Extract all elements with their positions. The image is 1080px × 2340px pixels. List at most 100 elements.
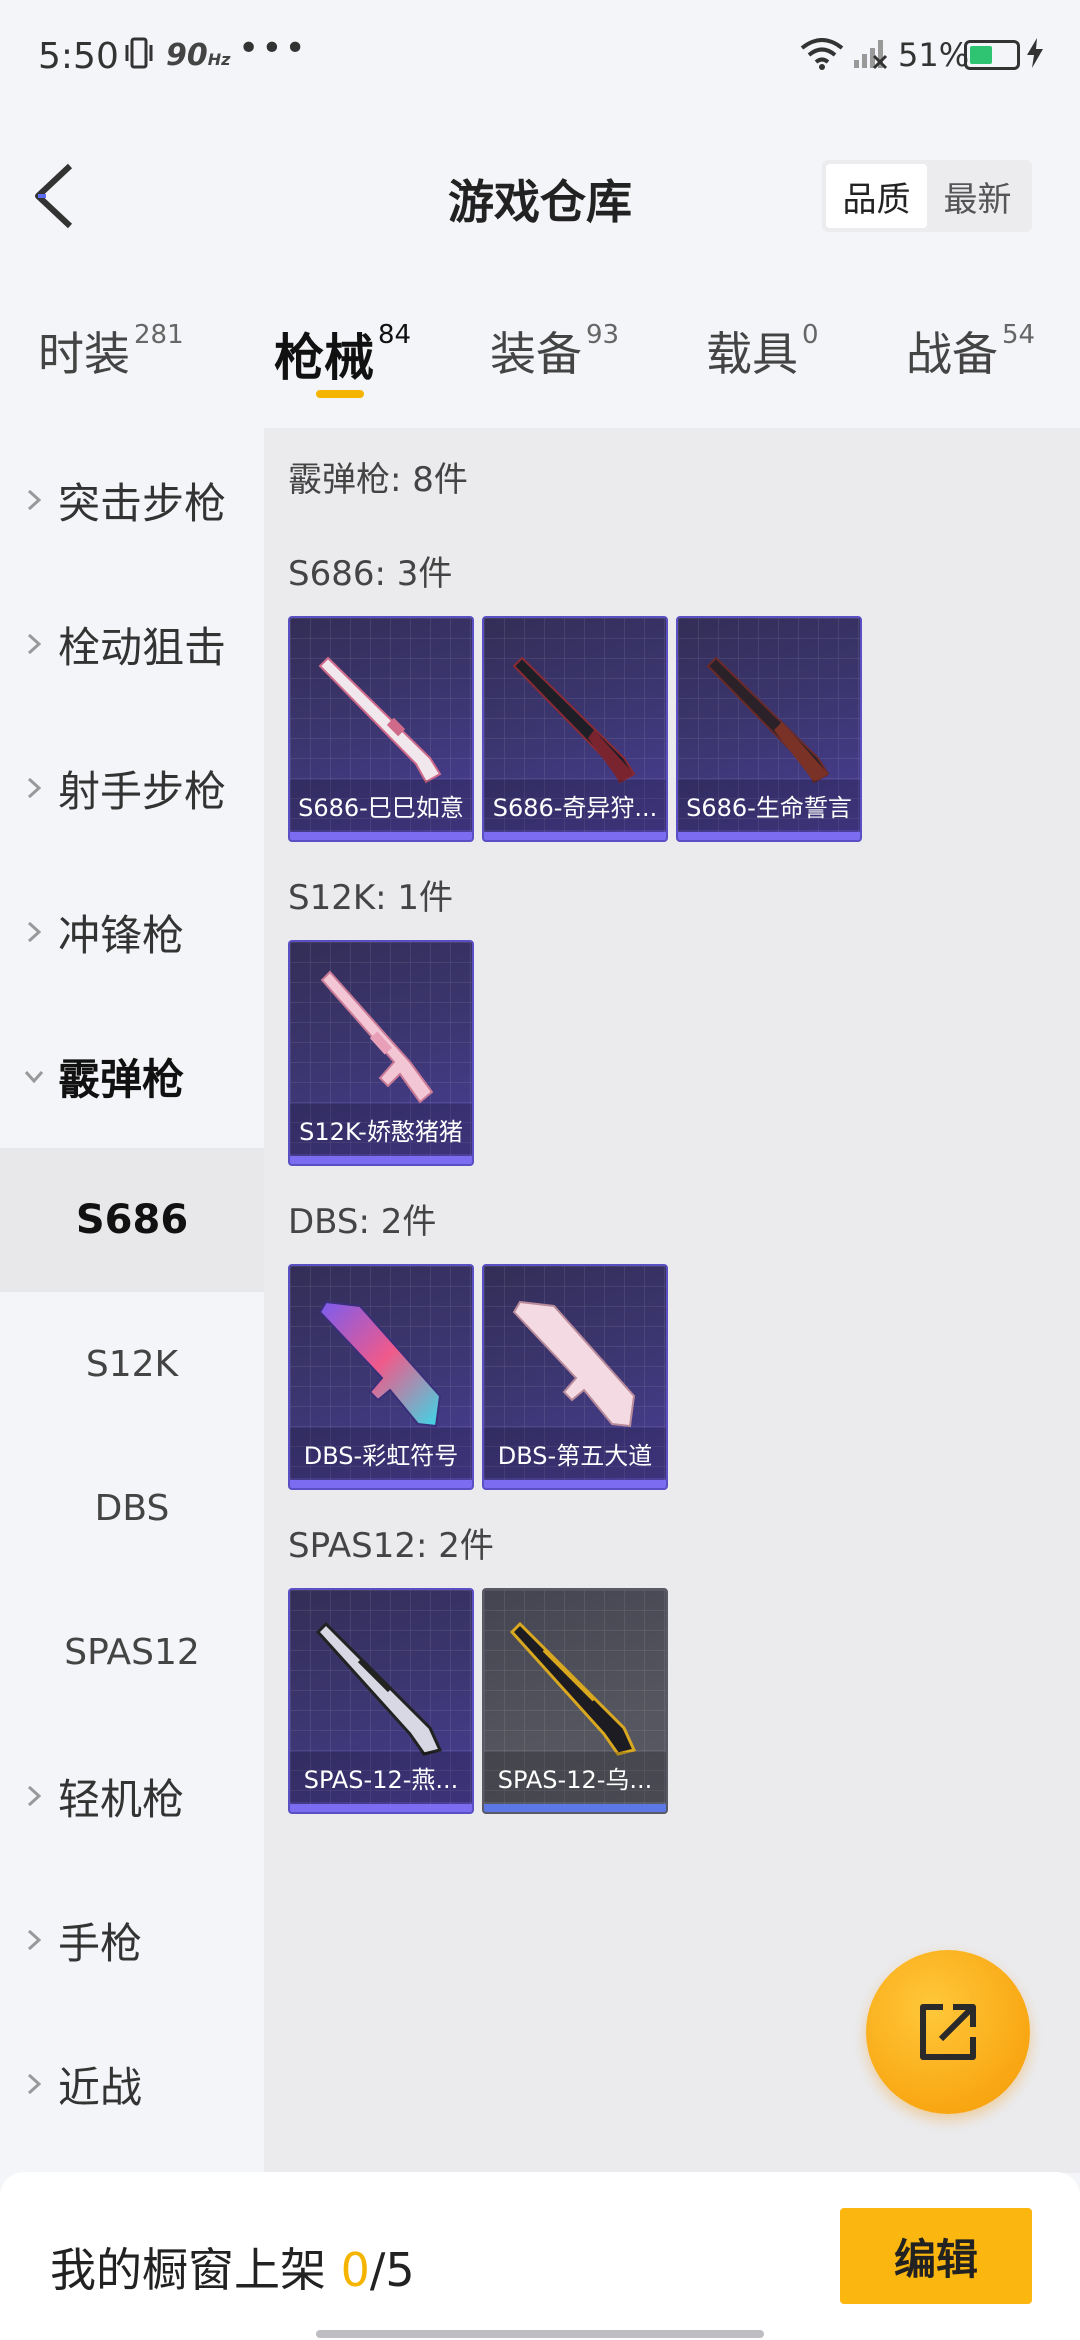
sidebar-item-label: 冲锋枪: [58, 910, 185, 960]
tab-label: 战备: [906, 327, 998, 381]
battery-fill: [970, 46, 992, 64]
category-total: 霰弹枪: 8件: [288, 460, 468, 500]
battery-icon: [964, 40, 1020, 70]
sidebar-item-assault-rifle[interactable]: 突击步枪: [0, 428, 264, 572]
chevron-right-icon: [27, 633, 42, 655]
sort-option-newest[interactable]: 最新: [927, 164, 1028, 228]
sort-toggle[interactable]: 品质 最新: [822, 160, 1032, 232]
group-title: S12K: 1件: [288, 878, 454, 918]
signal-icon: [854, 40, 888, 70]
rarity-bar: [484, 832, 666, 840]
item-card[interactable]: DBS-彩虹符号: [288, 1264, 474, 1490]
item-name: S12K-娇憨猪猪: [290, 1104, 472, 1154]
tab-count: 54: [1002, 320, 1036, 350]
item-card[interactable]: SPAS-12-乌...: [482, 1588, 668, 1814]
sidebar-item-bolt-sniper[interactable]: 栓动狙击: [0, 572, 264, 716]
header: 游戏仓库 品质 最新: [0, 140, 1080, 250]
sidebar-item-label: 轻机枪: [58, 1774, 185, 1824]
edit-button[interactable]: 编辑: [840, 2208, 1032, 2304]
sidebar-item-pistol[interactable]: 手枪: [0, 1868, 264, 2012]
sidebar-subitem-dbs[interactable]: DBS: [0, 1436, 264, 1580]
game-warehouse-page: 5:50 90Hz ••• 51% 游戏仓库 品质 最新 时装 281 枪械 8…: [0, 0, 1080, 2340]
rarity-bar: [484, 1804, 666, 1812]
sidebar-item-label: 霰弹枪: [58, 1054, 185, 1104]
sidebar-item-label: 近战: [58, 2062, 143, 2112]
tab-equipment[interactable]: 装备 93: [490, 318, 619, 384]
showcase-status: 我的橱窗上架 0/5: [50, 2234, 415, 2300]
item-card[interactable]: SPAS-12-燕...: [288, 1588, 474, 1814]
item-name: S686-巳巳如意: [290, 780, 472, 830]
shotgun-icon: [318, 1300, 442, 1428]
item-name: S686-生命誓言: [678, 780, 860, 830]
sidebar-item-melee[interactable]: 近战: [0, 2012, 264, 2156]
chevron-right-icon: [27, 1929, 42, 1951]
chevron-right-icon: [27, 489, 42, 511]
tab-firearms[interactable]: 枪械 84: [274, 318, 411, 390]
item-name: SPAS-12-乌...: [484, 1752, 666, 1802]
tab-label: 装备: [490, 327, 582, 381]
group-title: SPAS12: 2件: [288, 1526, 494, 1566]
shotgun-icon: [315, 1621, 443, 1756]
item-name: DBS-彩虹符号: [290, 1428, 472, 1478]
battery-percent: 51%: [898, 36, 970, 74]
shotgun-icon: [512, 656, 636, 784]
status-bar: 5:50 90Hz ••• 51%: [0, 0, 1080, 110]
chevron-right-icon: [27, 2073, 42, 2095]
rarity-bar: [290, 832, 472, 840]
shotgun-icon: [706, 656, 830, 784]
rarity-bar: [484, 1480, 666, 1488]
sidebar-item-label: 突击步枪: [58, 478, 227, 528]
item-card[interactable]: DBS-第五大道: [482, 1264, 668, 1490]
tab-vehicles[interactable]: 载具 0: [706, 318, 819, 384]
tab-fashion[interactable]: 时装 281: [38, 318, 184, 384]
item-card[interactable]: S12K-娇憨猪猪: [288, 940, 474, 1166]
tab-label: 时装: [38, 327, 130, 381]
share-button[interactable]: [866, 1950, 1030, 2114]
sidebar-item-smg[interactable]: 冲锋枪: [0, 860, 264, 1004]
tab-count: 93: [586, 320, 620, 350]
vibrate-icon: [125, 37, 153, 69]
sidebar-subitem-s12k[interactable]: S12K: [0, 1292, 264, 1436]
sort-option-quality[interactable]: 品质: [826, 164, 927, 228]
charging-bolt-icon: [1027, 38, 1043, 68]
chevron-right-icon: [27, 777, 42, 799]
chevron-down-icon: [24, 1071, 44, 1084]
shotgun-icon: [512, 1300, 636, 1428]
showcase-label: 我的橱窗上架: [50, 2243, 326, 2297]
rarity-bar: [290, 1156, 472, 1164]
share-external-icon: [920, 2004, 976, 2060]
active-tab-indicator: [316, 390, 364, 398]
status-time: 5:50: [38, 36, 119, 77]
sidebar: 突击步枪 栓动狙击 射手步枪 冲锋枪 霰弹枪 S686 S12K DBS SPA…: [0, 428, 264, 2173]
shotgun-icon: [509, 1621, 637, 1756]
sidebar-subitem-spas12[interactable]: SPAS12: [0, 1580, 264, 1724]
sidebar-item-marksman-rifle[interactable]: 射手步枪: [0, 716, 264, 860]
item-card[interactable]: S686-奇异狩...: [482, 616, 668, 842]
tab-combat-gear[interactable]: 战备 54: [906, 318, 1035, 384]
item-card[interactable]: S686-生命誓言: [676, 616, 862, 842]
sidebar-item-lmg[interactable]: 轻机枪: [0, 1724, 264, 1868]
showcase-count-current: 0: [340, 2243, 370, 2297]
tab-count: 281: [134, 320, 184, 350]
rarity-bar: [290, 1480, 472, 1488]
tab-count: 0: [802, 320, 819, 350]
home-indicator[interactable]: [316, 2330, 764, 2338]
rarity-bar: [290, 1804, 472, 1812]
item-name: DBS-第五大道: [484, 1428, 666, 1478]
bottom-bar: 我的橱窗上架 0/5 编辑: [0, 2172, 1080, 2340]
sidebar-item-shotgun[interactable]: 霰弹枪: [0, 1004, 264, 1148]
item-name: SPAS-12-燕...: [290, 1752, 472, 1802]
group-title: S686: 3件: [288, 554, 453, 594]
sidebar-subitem-s686[interactable]: S686: [0, 1148, 264, 1292]
shotgun-icon: [318, 656, 442, 784]
chevron-right-icon: [27, 1785, 42, 1807]
item-card[interactable]: S686-巳巳如意: [288, 616, 474, 842]
rarity-bar: [678, 832, 860, 840]
sidebar-item-label: 栓动狙击: [58, 622, 227, 672]
chevron-right-icon: [27, 921, 42, 943]
tab-label: 枪械: [274, 329, 374, 387]
item-name: S686-奇异狩...: [484, 780, 666, 830]
sidebar-item-label: 射手步枪: [58, 766, 227, 816]
category-tabs: 时装 281 枪械 84 装备 93 载具 0 战备 54: [0, 300, 1080, 410]
rifle-icon: [320, 970, 434, 1104]
